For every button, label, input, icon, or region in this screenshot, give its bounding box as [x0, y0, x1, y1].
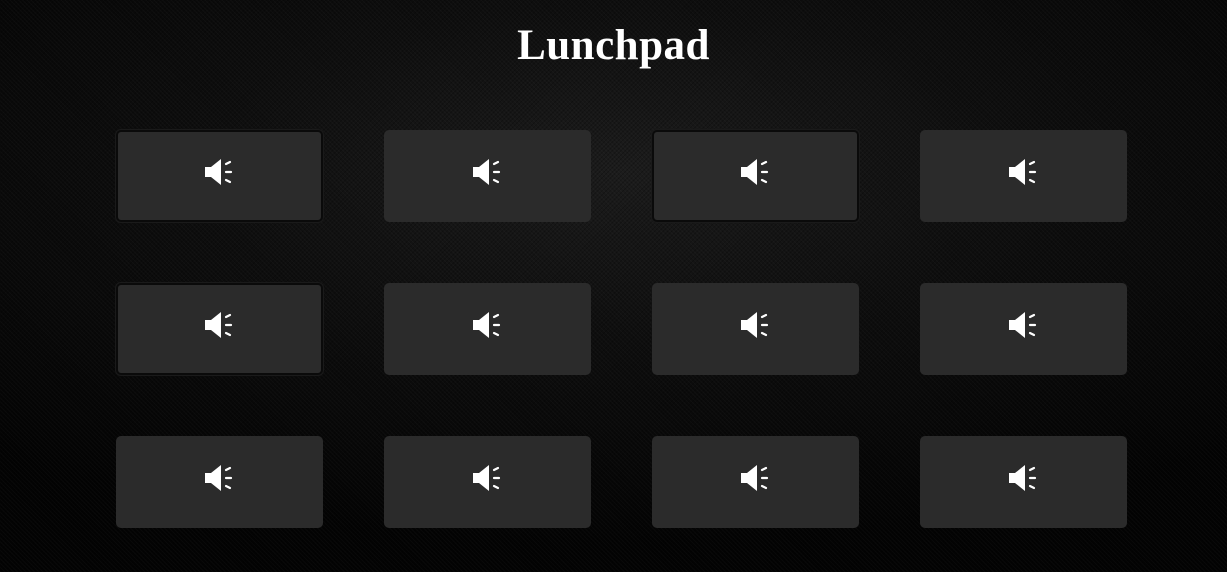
- sound-pad-3[interactable]: [652, 130, 859, 222]
- speaker-icon: [471, 309, 505, 341]
- speaker-icon: [739, 309, 773, 341]
- speaker-icon: [471, 156, 505, 188]
- sound-pad-2[interactable]: [384, 130, 591, 222]
- sound-pad-4[interactable]: [920, 130, 1127, 222]
- sound-pad-11[interactable]: [652, 436, 859, 528]
- speaker-icon: [203, 156, 237, 188]
- sound-pad-7[interactable]: [652, 283, 859, 375]
- speaker-icon: [203, 309, 237, 341]
- sound-pad-10[interactable]: [384, 436, 591, 528]
- sound-pad-1[interactable]: [116, 130, 323, 222]
- sound-pad-12[interactable]: [920, 436, 1127, 528]
- speaker-icon: [739, 156, 773, 188]
- sound-pad-8[interactable]: [920, 283, 1127, 375]
- sound-pad-grid: [116, 130, 1127, 528]
- speaker-icon: [1007, 156, 1041, 188]
- speaker-icon: [1007, 309, 1041, 341]
- speaker-icon: [203, 462, 237, 494]
- sound-pad-5[interactable]: [116, 283, 323, 375]
- sound-pad-6[interactable]: [384, 283, 591, 375]
- speaker-icon: [739, 462, 773, 494]
- speaker-icon: [1007, 462, 1041, 494]
- page-title: Lunchpad: [517, 22, 710, 69]
- sound-pad-9[interactable]: [116, 436, 323, 528]
- speaker-icon: [471, 462, 505, 494]
